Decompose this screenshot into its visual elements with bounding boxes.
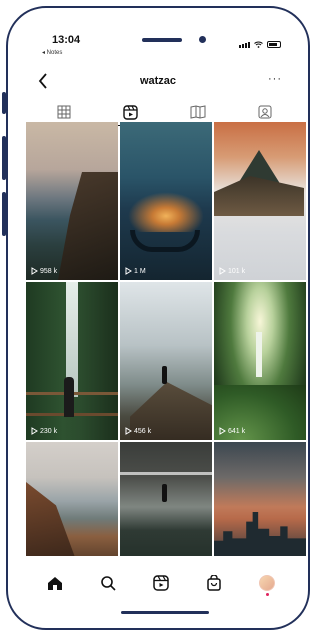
play-icon: [31, 267, 38, 275]
back-to-app-link[interactable]: ◂ Notes: [42, 49, 62, 56]
reel-tile[interactable]: 230 k: [26, 282, 118, 440]
camera-dot: [199, 36, 206, 43]
reel-tile[interactable]: [214, 442, 306, 556]
play-icon: [219, 267, 226, 275]
view-count: 641 k: [219, 427, 245, 435]
nav-home[interactable]: [40, 568, 70, 598]
view-count-label: 1 M: [134, 267, 146, 275]
grid-icon: [57, 105, 70, 119]
reel-tile[interactable]: 456 k: [120, 282, 212, 440]
notch-pill: [142, 38, 182, 42]
view-count: 1 M: [125, 267, 146, 275]
reels-grid: 958 k 1 M 101 k 230 k 456 k 641 k: [26, 122, 306, 556]
profile-avatar: [259, 575, 276, 591]
reels-icon: [153, 575, 169, 591]
view-count: 230 k: [31, 427, 57, 435]
view-count-label: 230 k: [40, 427, 58, 435]
reels-icon: [123, 104, 138, 120]
battery-icon: [267, 41, 281, 48]
status-bar: 13:04 ◂ Notes: [8, 8, 308, 64]
tagged-icon: [258, 105, 271, 119]
play-icon: [31, 427, 38, 435]
view-count-label: 641 k: [228, 427, 246, 435]
nav-shop[interactable]: [199, 568, 229, 598]
wifi-icon: [254, 41, 263, 48]
reel-tile[interactable]: [120, 442, 212, 556]
view-count: 958 k: [31, 267, 57, 275]
more-options-button[interactable]: ···: [268, 73, 282, 85]
view-count: 101 k: [219, 267, 245, 275]
home-indicator[interactable]: [121, 611, 209, 614]
reel-tile[interactable]: [26, 442, 118, 556]
notification-dot: [266, 593, 270, 596]
search-icon: [100, 576, 116, 591]
nav-search[interactable]: [93, 568, 123, 598]
bottom-navigation: [28, 568, 294, 598]
phone-frame: 13:04 ◂ Notes watzac ··· 958 k 1 M 101 k…: [6, 6, 310, 630]
view-count-label: 456 k: [134, 427, 152, 435]
profile-header: watzac ···: [8, 68, 308, 94]
reel-tile[interactable]: 101 k: [214, 122, 306, 280]
status-icons: [239, 41, 281, 48]
play-icon: [219, 427, 226, 435]
profile-username: watzac: [139, 75, 177, 87]
shop-icon: [207, 575, 221, 591]
view-count-label: 958 k: [40, 267, 58, 275]
view-count: 456 k: [125, 427, 151, 435]
reel-tile[interactable]: 958 k: [26, 122, 118, 280]
reel-tile[interactable]: 641 k: [214, 282, 306, 440]
play-icon: [125, 427, 132, 435]
guide-icon: [190, 105, 205, 119]
side-button: [2, 192, 6, 236]
home-icon: [47, 576, 62, 590]
nav-profile[interactable]: [252, 568, 282, 598]
signal-icon: [239, 42, 250, 48]
view-count-label: 101 k: [228, 267, 246, 275]
play-icon: [125, 267, 132, 275]
status-time: 13:04: [52, 34, 81, 46]
side-button: [2, 92, 6, 114]
nav-reels[interactable]: [146, 568, 176, 598]
side-button: [2, 136, 6, 180]
reel-tile[interactable]: 1 M: [120, 122, 212, 280]
